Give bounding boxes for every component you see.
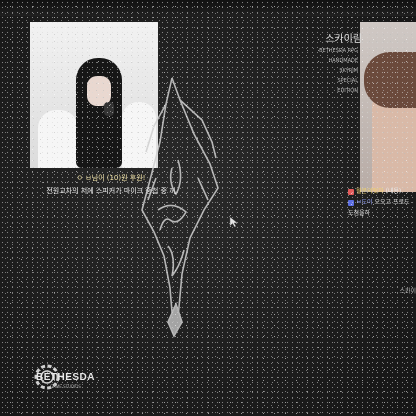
publisher-name: BETHESDA <box>36 372 96 383</box>
microphone <box>104 102 114 116</box>
chat-username: 월문의떳자 <box>356 188 384 195</box>
top-bar <box>0 0 416 16</box>
info-line: SKYRIM <box>339 68 358 74</box>
chat-message: 월문의떳자 (내용) <box>348 186 416 197</box>
info-line: SPECIAL EDITION <box>337 78 358 94</box>
skyrim-dragon-logo <box>141 77 219 338</box>
user-badge-icon <box>348 188 354 195</box>
info-line: HANDMADE <box>328 58 358 64</box>
chat-overlay: 월문의떳자 (내용) ㅂ도이 으으고 프로드 도점을하 <box>348 186 416 219</box>
side-label: 스카이 <box>399 288 416 295</box>
guest-webcam <box>360 22 416 192</box>
info-line: BETHESDA RPG <box>319 48 358 54</box>
chat-text: 으으고 프로드 <box>374 199 410 206</box>
chat-text: (내용) <box>385 188 402 195</box>
chat-username: ㅂ도이 <box>356 199 373 206</box>
game-title: 스카이림 <box>325 34 362 45</box>
publisher-subtitle: GAME STUDIOS <box>50 384 81 389</box>
user-badge-icon <box>348 199 354 206</box>
chat-text: 도점을하 <box>348 210 371 217</box>
info-lines: BETHESDA RPG HANDMADE SKYRIM SPECIAL EDI… <box>318 46 358 96</box>
mouse-cursor-icon <box>229 216 239 228</box>
chat-message: 도점을하 <box>348 208 416 219</box>
bethesda-logo: BETHESDA GAME STUDIOS <box>32 360 96 400</box>
game-loading-screen: ㅇ ㅂ님이 (10)원 후원! 전원교차의 저에 스피커가 마이크 중첩 중 꺼… <box>0 0 416 416</box>
chat-message: ㅂ도이 으으고 프로드 <box>348 197 416 208</box>
